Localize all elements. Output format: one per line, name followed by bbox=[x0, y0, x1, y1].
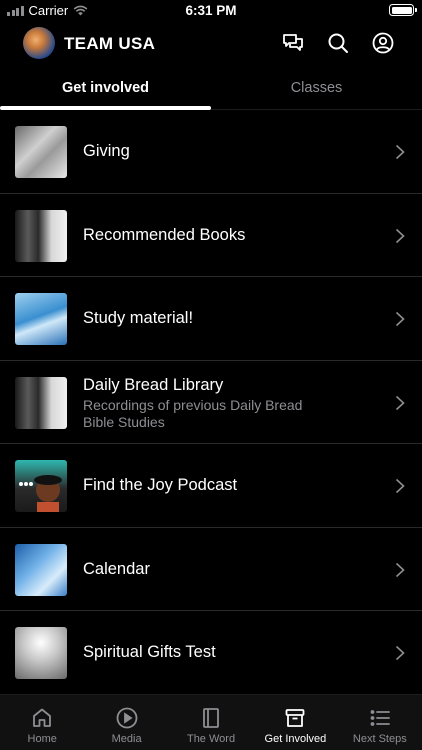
list-item-title: Giving bbox=[83, 142, 130, 160]
app-header: TEAM USA bbox=[0, 24, 422, 64]
gifts-thumbnail bbox=[15, 627, 67, 679]
list-item-study-material[interactable]: Study material! bbox=[0, 277, 422, 361]
podcast-thumbnail bbox=[15, 460, 67, 512]
list-item-title: Spiritual Gifts Test bbox=[83, 643, 216, 661]
content-list: Giving Recommended Books Study material!… bbox=[0, 110, 422, 695]
giving-thumbnail bbox=[15, 126, 67, 178]
chevron-right-icon bbox=[395, 395, 405, 410]
library-thumbnail bbox=[15, 376, 67, 429]
list-item-title: Calendar bbox=[83, 559, 150, 578]
nav-label: Home bbox=[27, 733, 57, 745]
list-item-giving[interactable]: Giving bbox=[0, 110, 422, 194]
chat-icon[interactable] bbox=[280, 30, 306, 56]
chevron-right-icon bbox=[395, 228, 405, 243]
archive-icon bbox=[286, 709, 305, 727]
app-title: TEAM USA bbox=[64, 34, 156, 53]
account-icon[interactable] bbox=[370, 30, 396, 56]
nav-next-steps[interactable]: Next Steps bbox=[338, 695, 422, 750]
status-bar: Carrier 6:31 PM bbox=[0, 0, 422, 22]
status-time: 6:31 PM bbox=[185, 3, 237, 18]
chevron-right-icon bbox=[395, 144, 405, 160]
book-icon bbox=[203, 708, 219, 728]
chevron-right-icon bbox=[395, 645, 405, 661]
play-icon bbox=[116, 707, 138, 729]
home-icon bbox=[33, 708, 52, 727]
nav-label: The Word bbox=[186, 733, 236, 745]
study-thumbnail bbox=[15, 293, 67, 345]
nav-label: Get Involved bbox=[264, 733, 327, 745]
list-icon bbox=[370, 710, 390, 726]
nav-home[interactable]: Home bbox=[0, 695, 84, 750]
search-icon[interactable] bbox=[325, 30, 351, 56]
list-item-calendar[interactable]: Calendar bbox=[0, 528, 422, 611]
list-item-find-the-joy-podcast[interactable]: Find the Joy Podcast bbox=[0, 444, 422, 528]
tab-bar: Get involved Classes bbox=[0, 72, 422, 110]
list-item-title: Recommended Books bbox=[83, 225, 246, 244]
list-item-spiritual-gifts-test[interactable]: Spiritual Gifts Test bbox=[0, 611, 422, 695]
chevron-right-icon bbox=[395, 311, 405, 327]
books-thumbnail bbox=[15, 209, 67, 262]
tab-classes[interactable]: Classes bbox=[211, 72, 422, 108]
calendar-thumbnail bbox=[15, 543, 67, 596]
list-item-subtitle: Recordings of previous Daily Bread Bible… bbox=[83, 396, 303, 430]
nav-get-involved[interactable]: Get Involved bbox=[253, 695, 337, 750]
team-logo[interactable] bbox=[23, 27, 55, 59]
bottom-nav: Home Media The Word Get Involved Next St… bbox=[0, 694, 422, 750]
list-item-title: Daily Bread Library bbox=[83, 375, 224, 394]
list-item-recommended-books[interactable]: Recommended Books bbox=[0, 194, 422, 277]
battery-icon bbox=[389, 4, 417, 16]
list-item-title: Find the Joy Podcast bbox=[83, 476, 238, 494]
tab-get-involved[interactable]: Get involved bbox=[0, 72, 211, 108]
nav-media[interactable]: Media bbox=[84, 695, 168, 750]
list-item-daily-bread-library[interactable]: Daily Bread Library Recordings of previo… bbox=[0, 361, 422, 444]
chevron-right-icon bbox=[395, 562, 405, 577]
nav-label: Media bbox=[111, 733, 142, 745]
list-item-title: Study material! bbox=[83, 309, 194, 327]
nav-the-word[interactable]: The Word bbox=[169, 695, 253, 750]
chevron-right-icon bbox=[395, 478, 405, 494]
nav-label: Next Steps bbox=[352, 733, 407, 745]
